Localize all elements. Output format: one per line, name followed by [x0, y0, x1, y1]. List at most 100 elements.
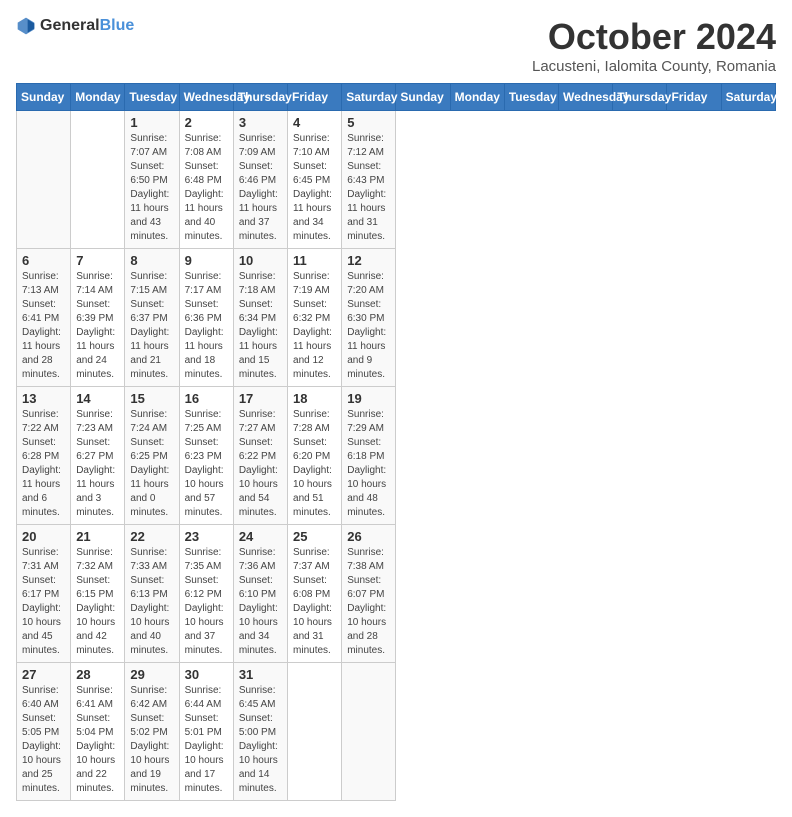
- day-number: 16: [185, 391, 228, 406]
- calendar-week-row: 1 Sunrise: 7:07 AM Sunset: 6:50 PM Daylig…: [17, 111, 776, 249]
- day-info: Sunrise: 7:13 AM Sunset: 6:41 PM Dayligh…: [22, 270, 65, 382]
- day-info: Sunrise: 7:25 AM Sunset: 6:23 PM Dayligh…: [185, 408, 228, 520]
- day-info: Sunrise: 6:40 AM Sunset: 5:05 PM Dayligh…: [22, 684, 65, 796]
- day-info: Sunrise: 7:29 AM Sunset: 6:18 PM Dayligh…: [347, 408, 390, 520]
- day-info: Sunrise: 7:10 AM Sunset: 6:45 PM Dayligh…: [293, 132, 336, 244]
- day-number: 1: [130, 115, 173, 130]
- day-of-week-header: Tuesday: [125, 84, 179, 111]
- calendar-cell: [71, 111, 125, 249]
- day-info: Sunrise: 7:31 AM Sunset: 6:17 PM Dayligh…: [22, 546, 65, 658]
- calendar-cell: 30Sunrise: 6:44 AM Sunset: 5:01 PM Dayli…: [179, 663, 233, 801]
- day-number: 30: [185, 667, 228, 682]
- day-number: 31: [239, 667, 282, 682]
- day-info: Sunrise: 6:41 AM Sunset: 5:04 PM Dayligh…: [76, 684, 119, 796]
- day-info: Sunrise: 7:35 AM Sunset: 6:12 PM Dayligh…: [185, 546, 228, 658]
- day-number: 14: [76, 391, 119, 406]
- calendar-cell: 3 Sunrise: 7:09 AM Sunset: 6:46 PM Daylig…: [233, 111, 287, 249]
- calendar-week-row: 13 Sunrise: 7:22 AM Sunset: 6:28 PM Dayli…: [17, 387, 776, 525]
- day-of-week-header: Monday: [450, 84, 504, 111]
- day-number: 17: [239, 391, 282, 406]
- calendar-week-row: 20Sunrise: 7:31 AM Sunset: 6:17 PM Dayli…: [17, 525, 776, 663]
- calendar-cell: 22Sunrise: 7:33 AM Sunset: 6:13 PM Dayli…: [125, 525, 179, 663]
- logo-icon: [16, 16, 36, 36]
- day-info: Sunrise: 7:38 AM Sunset: 6:07 PM Dayligh…: [347, 546, 390, 658]
- logo-blue: Blue: [100, 17, 135, 35]
- day-number: 25: [293, 529, 336, 544]
- logo-general: General: [40, 17, 100, 35]
- calendar-cell: 16 Sunrise: 7:25 AM Sunset: 6:23 PM Dayli…: [179, 387, 233, 525]
- day-of-week-header: Thursday: [613, 84, 667, 111]
- calendar-cell: 31 Sunrise: 6:45 AM Sunset: 5:00 PM Dayli…: [233, 663, 287, 801]
- day-of-week-header: Friday: [667, 84, 721, 111]
- day-info: Sunrise: 7:08 AM Sunset: 6:48 PM Dayligh…: [185, 132, 228, 244]
- day-info: Sunrise: 6:42 AM Sunset: 5:02 PM Dayligh…: [130, 684, 173, 796]
- calendar-cell: 1 Sunrise: 7:07 AM Sunset: 6:50 PM Daylig…: [125, 111, 179, 249]
- day-of-week-header: Monday: [71, 84, 125, 111]
- calendar-cell: 6Sunrise: 7:13 AM Sunset: 6:41 PM Daylig…: [17, 249, 71, 387]
- day-info: Sunrise: 7:32 AM Sunset: 6:15 PM Dayligh…: [76, 546, 119, 658]
- calendar-cell: 17Sunrise: 7:27 AM Sunset: 6:22 PM Dayli…: [233, 387, 287, 525]
- calendar-cell: 2 Sunrise: 7:08 AM Sunset: 6:48 PM Daylig…: [179, 111, 233, 249]
- day-number: 11: [293, 253, 336, 268]
- day-number: 15: [130, 391, 173, 406]
- day-of-week-header: Thursday: [233, 84, 287, 111]
- calendar-cell: [342, 663, 396, 801]
- calendar-cell: 15 Sunrise: 7:24 AM Sunset: 6:25 PM Dayli…: [125, 387, 179, 525]
- calendar-week-row: 6Sunrise: 7:13 AM Sunset: 6:41 PM Daylig…: [17, 249, 776, 387]
- day-number: 27: [22, 667, 65, 682]
- day-of-week-header: Friday: [288, 84, 342, 111]
- calendar-cell: 8Sunrise: 7:15 AM Sunset: 6:37 PM Daylig…: [125, 249, 179, 387]
- day-info: Sunrise: 7:36 AM Sunset: 6:10 PM Dayligh…: [239, 546, 282, 658]
- month-title: October 2024: [532, 16, 776, 58]
- day-number: 22: [130, 529, 173, 544]
- day-of-week-header: Saturday: [342, 84, 396, 111]
- day-info: Sunrise: 7:09 AM Sunset: 6:46 PM Dayligh…: [239, 132, 282, 244]
- day-info: Sunrise: 7:28 AM Sunset: 6:20 PM Dayligh…: [293, 408, 336, 520]
- day-number: 5: [347, 115, 390, 130]
- calendar-cell: 12Sunrise: 7:20 AM Sunset: 6:30 PM Dayli…: [342, 249, 396, 387]
- day-info: Sunrise: 7:22 AM Sunset: 6:28 PM Dayligh…: [22, 408, 65, 520]
- day-number: 21: [76, 529, 119, 544]
- calendar-cell: 5 Sunrise: 7:12 AM Sunset: 6:43 PM Daylig…: [342, 111, 396, 249]
- day-of-week-header: Wednesday: [559, 84, 613, 111]
- day-of-week-header: Wednesday: [179, 84, 233, 111]
- calendar-cell: [288, 663, 342, 801]
- day-info: Sunrise: 7:20 AM Sunset: 6:30 PM Dayligh…: [347, 270, 390, 382]
- day-number: 13: [22, 391, 65, 406]
- calendar-cell: 20Sunrise: 7:31 AM Sunset: 6:17 PM Dayli…: [17, 525, 71, 663]
- day-number: 19: [347, 391, 390, 406]
- day-number: 29: [130, 667, 173, 682]
- calendar-cell: 29 Sunrise: 6:42 AM Sunset: 5:02 PM Dayli…: [125, 663, 179, 801]
- day-of-week-header: Tuesday: [504, 84, 558, 111]
- day-number: 26: [347, 529, 390, 544]
- day-info: Sunrise: 6:45 AM Sunset: 5:00 PM Dayligh…: [239, 684, 282, 796]
- calendar-cell: 24Sunrise: 7:36 AM Sunset: 6:10 PM Dayli…: [233, 525, 287, 663]
- day-info: Sunrise: 7:18 AM Sunset: 6:34 PM Dayligh…: [239, 270, 282, 382]
- day-info: Sunrise: 7:07 AM Sunset: 6:50 PM Dayligh…: [130, 132, 173, 244]
- calendar-cell: 11Sunrise: 7:19 AM Sunset: 6:32 PM Dayli…: [288, 249, 342, 387]
- day-number: 23: [185, 529, 228, 544]
- day-number: 28: [76, 667, 119, 682]
- calendar-cell: 10Sunrise: 7:18 AM Sunset: 6:34 PM Dayli…: [233, 249, 287, 387]
- calendar-cell: 26 Sunrise: 7:38 AM Sunset: 6:07 PM Dayli…: [342, 525, 396, 663]
- calendar-cell: 9Sunrise: 7:17 AM Sunset: 6:36 PM Daylig…: [179, 249, 233, 387]
- calendar-cell: 19 Sunrise: 7:29 AM Sunset: 6:18 PM Dayli…: [342, 387, 396, 525]
- calendar-cell: [17, 111, 71, 249]
- day-info: Sunrise: 7:24 AM Sunset: 6:25 PM Dayligh…: [130, 408, 173, 520]
- calendar-cell: 13 Sunrise: 7:22 AM Sunset: 6:28 PM Dayli…: [17, 387, 71, 525]
- day-number: 18: [293, 391, 336, 406]
- calendar-cell: 4Sunrise: 7:10 AM Sunset: 6:45 PM Daylig…: [288, 111, 342, 249]
- day-number: 9: [185, 253, 228, 268]
- calendar-cell: 27 Sunrise: 6:40 AM Sunset: 5:05 PM Dayli…: [17, 663, 71, 801]
- day-info: Sunrise: 7:12 AM Sunset: 6:43 PM Dayligh…: [347, 132, 390, 244]
- day-number: 2: [185, 115, 228, 130]
- calendar-cell: 21 Sunrise: 7:32 AM Sunset: 6:15 PM Dayli…: [71, 525, 125, 663]
- day-info: Sunrise: 7:23 AM Sunset: 6:27 PM Dayligh…: [76, 408, 119, 520]
- day-info: Sunrise: 7:37 AM Sunset: 6:08 PM Dayligh…: [293, 546, 336, 658]
- day-number: 8: [130, 253, 173, 268]
- title-block: October 2024 Lacusteni, Ialomita County,…: [532, 16, 776, 75]
- day-number: 3: [239, 115, 282, 130]
- logo: General Blue: [16, 16, 134, 36]
- header-row: SundayMondayTuesdayWednesdayThursdayFrid…: [17, 84, 776, 111]
- calendar-cell: 7Sunrise: 7:14 AM Sunset: 6:39 PM Daylig…: [71, 249, 125, 387]
